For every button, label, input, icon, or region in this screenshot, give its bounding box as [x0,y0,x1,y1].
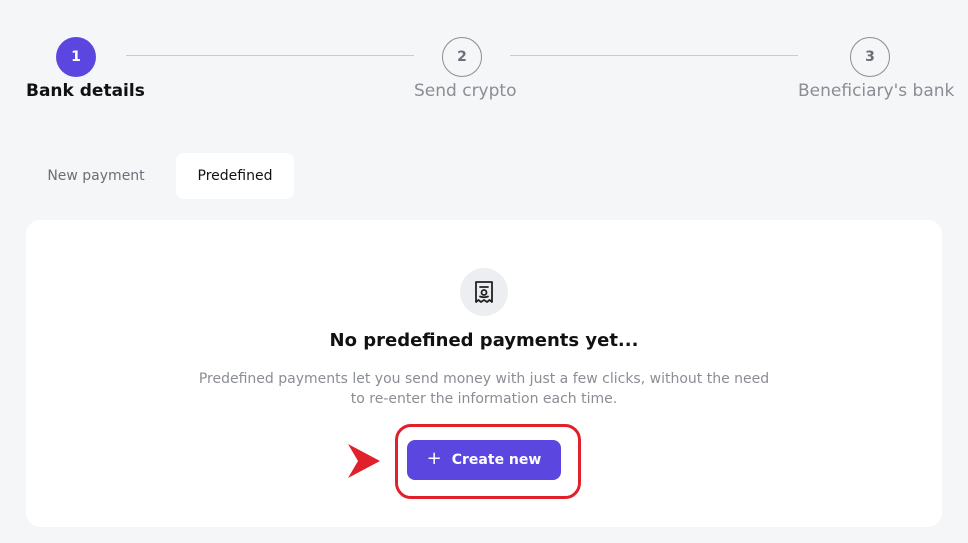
step-3-label: Beneficiary's bank [798,81,955,101]
create-new-button[interactable]: + Create new [407,440,561,480]
stepper-connector [510,55,798,56]
stepper-connector [126,55,414,56]
create-new-label: Create new [451,452,542,468]
payment-page: 1 Bank details 2 Send crypto 3 Beneficia… [0,0,968,543]
tab-new-payment[interactable]: New payment [26,153,166,199]
step-1-indicator: 1 [56,37,96,77]
receipt-icon [475,281,493,303]
predefined-payments-panel: No predefined payments yet... Predefined… [26,220,942,527]
tab-predefined[interactable]: Predefined [176,153,294,199]
plus-icon: + [426,448,442,469]
step-1-label: Bank details [26,81,145,101]
empty-state-icon-badge [460,268,508,316]
empty-state-title: No predefined payments yet... [329,330,639,351]
step-3-indicator: 3 [850,37,890,77]
annotation-arrow-icon [348,444,380,478]
progress-stepper: 1 Bank details 2 Send crypto 3 Beneficia… [0,0,968,120]
empty-state-description: Predefined payments let you send money w… [198,371,770,407]
step-2-indicator: 2 [442,37,482,77]
step-2-label: Send crypto [414,81,517,101]
